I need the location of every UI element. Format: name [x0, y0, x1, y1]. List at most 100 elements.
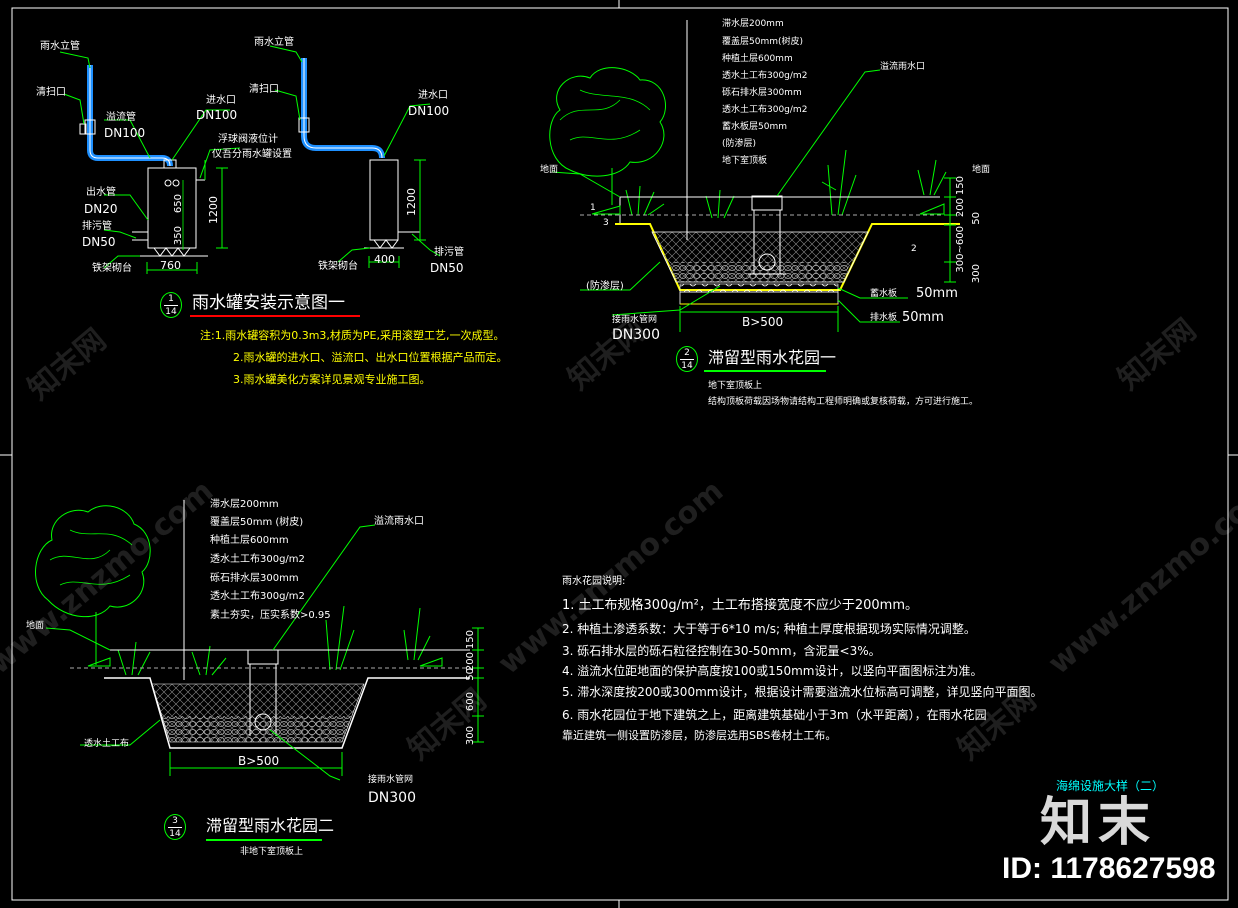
label-cleanout-left: 清扫口 — [36, 87, 66, 98]
layer-label: 砾石排水层300mm — [722, 88, 802, 98]
label-outlet: 出水管 — [86, 187, 116, 198]
label-drain-right: 排污管 — [434, 247, 464, 258]
layer-label: 覆盖层50mm (树皮) — [210, 517, 304, 528]
label-pipe: 接雨水管网 — [368, 775, 414, 785]
dim-width: B>500 — [238, 754, 280, 768]
label-overflow-inlet: 溢流雨水口 — [374, 516, 424, 527]
detail-badge-2: 2 14 — [676, 346, 698, 372]
note-item: 5. 滞水深度按200或300mm设计，根据设计需要溢流水位标高可调整，详见竖向… — [562, 685, 1043, 699]
label-inlet-right-dn: DN100 — [408, 104, 450, 118]
dim-1200: 1200 — [207, 196, 220, 224]
label-drain-dn: DN50 — [82, 235, 116, 249]
layer-label: 滞水层200mm — [210, 499, 279, 510]
badge-sheet: 14 — [168, 827, 182, 839]
layer-label: 滞水层200mm — [722, 19, 784, 29]
label-cleanout-right: 清扫口 — [249, 84, 279, 95]
note-item: 3. 砾石排水层的砾石粒径控制在30-50mm，含泥量<3%。 — [562, 644, 881, 658]
notes-title: 雨水花园说明: — [562, 576, 626, 587]
dim-600: 600 — [465, 692, 476, 712]
layer-label: 种植土层600mm — [210, 535, 289, 546]
layer-label: 蓄水板层50mm — [722, 122, 787, 132]
dim-150: 150 — [465, 630, 476, 650]
label-drain: 排污管 — [82, 221, 112, 232]
fig2-subtitle-note: 结构顶板荷载因场物请结构工程师明确或复核荷载，方可进行施工。 — [708, 397, 979, 407]
note-item: 2. 种植土渗透系数：大于等于6*10 m/s; 种植土厚度根据现场实际情况调整… — [562, 622, 976, 636]
note-item: 6. 雨水花园位于地下建筑之上，距离建筑基础小于3m（水平距离），在雨水花园 — [562, 708, 987, 722]
label-inlet-left: 进水口 — [206, 95, 236, 106]
label-float-valve2: 仪吾分雨水罐设置 — [212, 149, 292, 160]
slope-1: 1 — [590, 203, 596, 213]
note-item: 1. 土工布规格300g/m²，土工布搭接宽度不应少于200mm。 — [562, 598, 918, 613]
fig1-note-2: 2.雨水罐的进水口、溢流口、出水口位置根据产品而定。 — [233, 351, 508, 364]
badge-number: 2 — [684, 348, 690, 358]
label-waterproof: (防渗层) — [586, 281, 624, 292]
label-standpipe-right: 雨水立管 — [254, 37, 294, 48]
badge-number: 1 — [168, 294, 174, 304]
dim-650: 650 — [173, 194, 184, 214]
dim-300-600: 300~600 — [955, 226, 966, 273]
label-drain-right-dn: DN50 — [430, 261, 464, 275]
layer-label: 覆盖层50mm(树皮) — [722, 37, 804, 47]
label-drainage-value: 50mm — [902, 310, 944, 325]
label-inlet-right: 进水口 — [418, 90, 448, 101]
label-inlet-left-dn: DN100 — [196, 108, 238, 122]
dim-200: 200 — [955, 198, 966, 218]
label-overflow: 溢流管 — [106, 112, 136, 123]
label-storage: 蓄水板 — [870, 289, 898, 299]
layer-label: 透水土工布300g/m2 — [210, 554, 305, 565]
label-pipe-dn: DN300 — [368, 790, 416, 806]
dim-width: B>500 — [742, 315, 784, 329]
cad-drawing — [0, 0, 1238, 908]
label-ground-right: 地面 — [972, 165, 991, 175]
label-ground: 地面 — [26, 621, 45, 631]
label-ground-left: 地面 — [540, 165, 559, 175]
label-overflow-dn: DN100 — [104, 126, 146, 140]
label-storage-value: 50mm — [916, 286, 958, 301]
detail-badge-3: 3 14 — [164, 814, 186, 840]
resource-id: ID: 1178627598 — [1002, 852, 1216, 885]
label-pipe: 接雨水管网 — [612, 315, 658, 325]
label-outlet-dn: DN20 — [84, 202, 118, 216]
dim-50: 50 — [971, 212, 982, 225]
label-pipe-dn: DN300 — [612, 327, 660, 343]
fig3-title: 滞留型雨水花园二 — [206, 816, 335, 835]
label-base-left: 铁架砌台 — [92, 263, 132, 274]
dim-1200-right: 1200 — [405, 188, 418, 216]
layer-label: 砾石排水层300mm — [210, 573, 299, 584]
label-drainage: 排水板 — [870, 313, 898, 323]
note-item: 靠近建筑一侧设置防渗层，防渗层选用SBS卷材土工布。 — [562, 729, 837, 742]
fig3-subtitle: 非地下室顶板上 — [240, 847, 304, 857]
dim-760: 760 — [160, 259, 181, 272]
dim-50: 50 — [465, 668, 476, 681]
rain-garden-2-section — [35, 500, 484, 841]
badge-sheet: 14 — [680, 359, 694, 371]
fig2-title: 滞留型雨水花园一 — [708, 348, 837, 367]
dim-150: 150 — [955, 176, 966, 196]
layer-label: (防渗层) — [722, 139, 757, 149]
slope-3: 3 — [603, 218, 609, 228]
layer-label: 透水土工布300g/m2 — [722, 105, 808, 115]
dim-400: 400 — [374, 253, 395, 266]
dim-300: 300 — [465, 726, 476, 746]
brand-logo: 知末 — [1040, 793, 1157, 853]
fig2-subtitle: 地下室顶板上 — [708, 381, 763, 391]
layer-label: 素土夯实，压实系数>0.95 — [210, 610, 331, 621]
fig1-note-3: 3.雨水罐美化方案详见景观专业施工图。 — [233, 373, 431, 386]
layer-label: 透水土工布300g/m2 — [722, 71, 808, 81]
slope-2: 2 — [911, 244, 917, 254]
badge-number: 3 — [172, 816, 178, 826]
layer-label: 地下室顶板 — [722, 156, 768, 166]
sheet-frame — [0, 0, 1238, 908]
layer-label: 种植土层600mm — [722, 54, 793, 64]
layer-label: 透水土工布300g/m2 — [210, 591, 305, 602]
fig1-title: 雨水罐安装示意图一 — [192, 293, 345, 313]
label-overflow-inlet: 溢流雨水口 — [880, 62, 926, 72]
label-geotextile: 透水土工布 — [84, 739, 130, 749]
label-base-right: 铁架砌台 — [318, 261, 358, 272]
fig1-note-1: 注:1.雨水罐容积为0.3m3,材质为PE,采用滚塑工艺,一次成型。 — [200, 329, 505, 342]
label-float-valve: 浮球阀液位计 — [218, 134, 278, 145]
label-standpipe-left: 雨水立管 — [40, 41, 80, 52]
note-item: 4. 溢流水位距地面的保护高度按100或150mm设计，以竖向平面图标注为准。 — [562, 664, 983, 678]
dim-300: 300 — [971, 264, 982, 284]
dim-350: 350 — [173, 226, 184, 246]
